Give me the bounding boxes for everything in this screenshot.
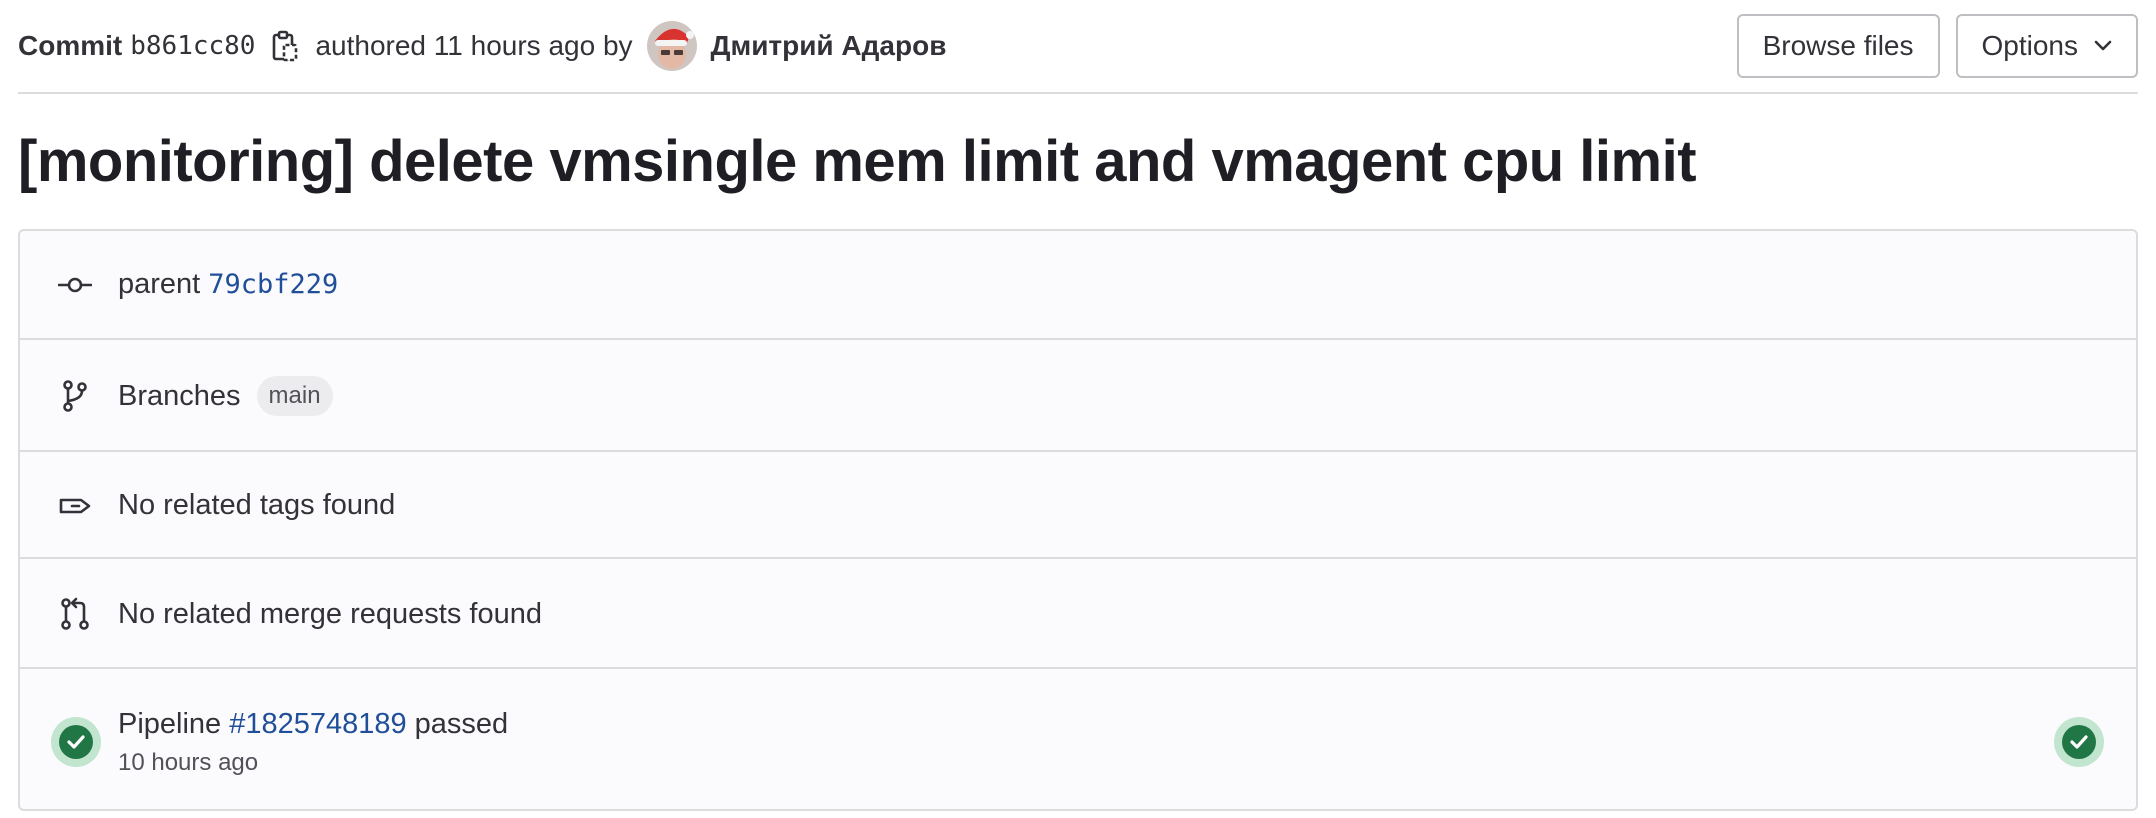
pipeline-status-button-right[interactable] — [2054, 717, 2104, 767]
pipeline-status-text: passed — [414, 707, 509, 740]
commit-icon — [58, 268, 92, 302]
parent-row: parent 79cbf229 — [20, 231, 2136, 338]
clipboard-icon — [273, 30, 298, 62]
merge-requests-row: No related merge requests found — [20, 557, 2136, 669]
commit-header-info: Commit b861cc80 authored 11 hours ago by — [18, 21, 946, 71]
pipeline-time: 10 hours ago — [118, 748, 259, 776]
commit-info-panel: parent 79cbf229 Branches main No related… — [18, 229, 2138, 811]
merge-requests-text: No related merge requests found — [118, 597, 542, 630]
tags-content: No related tags found — [118, 489, 395, 522]
browse-files-button[interactable]: Browse files — [1736, 14, 1940, 78]
parent-content: parent 79cbf229 — [118, 268, 338, 301]
commit-header: Commit b861cc80 authored 11 hours ago by — [18, 0, 2138, 94]
header-actions: Browse files Options — [1736, 14, 2138, 78]
tags-row: No related tags found — [20, 450, 2136, 559]
commit-title: [monitoring] delete vmsingle mem limit a… — [18, 129, 1697, 194]
merge-request-icon — [58, 597, 92, 631]
author-name-link[interactable]: Дмитрий Адаров — [711, 30, 947, 62]
commit-sha: b861cc80 — [130, 31, 256, 61]
branches-content: Branches main — [118, 376, 333, 416]
branch-icon — [58, 379, 92, 413]
pipeline-label: Pipeline — [118, 707, 222, 740]
copy-sha-button[interactable] — [267, 28, 303, 64]
tag-icon — [58, 489, 92, 523]
pipeline-id-link[interactable]: #1825748189 — [229, 708, 406, 741]
branches-row: Branches main — [20, 338, 2136, 452]
status-success-icon — [2054, 717, 2104, 767]
branch-badge[interactable]: main — [256, 376, 333, 416]
commit-page: Commit b861cc80 authored 11 hours ago by — [0, 0, 2156, 818]
authored-text: authored 11 hours ago by — [315, 30, 633, 61]
commit-label: Commit — [18, 30, 123, 61]
pipeline-line: Pipeline #1825748189 passed — [118, 708, 508, 741]
pipeline-content: Pipeline #1825748189 passed 10 hours ago — [118, 708, 508, 777]
tags-text: No related tags found — [118, 489, 396, 521]
browse-files-label: Browse files — [1762, 30, 1914, 61]
parent-label: parent — [118, 268, 201, 300]
pipeline-status-icon-left[interactable] — [51, 717, 101, 767]
parent-sha-link[interactable]: 79cbf229 — [208, 269, 338, 300]
branches-label: Branches — [118, 379, 241, 412]
status-success-icon — [51, 717, 101, 767]
merge-requests-content: No related merge requests found — [118, 598, 542, 631]
chevron-down-icon — [2094, 40, 2112, 52]
author-avatar[interactable] — [646, 21, 697, 71]
pipeline-row: Pipeline #1825748189 passed 10 hours ago — [20, 667, 2136, 809]
options-label: Options — [1981, 30, 2079, 61]
options-dropdown-button[interactable]: Options — [1955, 14, 2138, 78]
